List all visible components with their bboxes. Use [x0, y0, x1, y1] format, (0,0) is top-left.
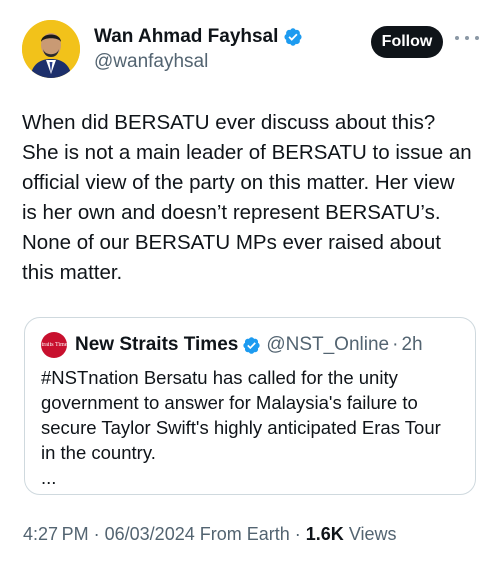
nst-logo-avatar[interactable]: Straits Times	[41, 332, 67, 358]
more-dot	[455, 36, 459, 40]
quoted-line: #NSTnation Bersatu has called for the un…	[41, 367, 398, 388]
quoted-tweet-text: #NSTnation Bersatu has called for the un…	[41, 365, 471, 490]
tweet-header: Wan Ahmad Fayhsal @wanfayhsal Follow	[22, 20, 480, 80]
tweet-line: None of our BERSATU MPs ever raised abou…	[22, 231, 441, 254]
more-dot	[465, 36, 469, 40]
verified-badge-icon	[284, 28, 302, 46]
quoted-line: government to answer for Malaysia's fail…	[41, 392, 418, 413]
quoted-tweet-header: Straits Times New Straits Times @NST_Onl…	[41, 332, 423, 358]
tweet-line: She is not a main leader of BERSATU to i…	[22, 141, 472, 164]
quoted-display-name[interactable]: New Straits Times	[75, 334, 238, 356]
tweet-line: is her own and doesn’t represent BERSATU…	[22, 201, 441, 224]
tweet-source: From Earth	[199, 524, 290, 544]
separator-dot: ·	[289, 524, 306, 544]
quoted-line: ...	[41, 467, 57, 488]
follow-button[interactable]: Follow	[371, 26, 443, 58]
quoted-timestamp[interactable]: 2h	[401, 334, 422, 356]
quoted-line: secure Taylor Swift's highly anticipated…	[41, 417, 441, 438]
separator-dot: ·	[88, 524, 105, 544]
more-options-icon[interactable]	[455, 28, 479, 48]
tweet-line: official view of the party on this matte…	[22, 171, 455, 194]
author-handle[interactable]: @wanfayhsal	[94, 51, 208, 73]
tweet-time[interactable]: 4:27 PM	[23, 524, 89, 544]
tweet-meta: 4:27 PM · 06/03/2024 From Earth · 1.6K V…	[23, 524, 397, 545]
quoted-line: in the country.	[41, 442, 156, 463]
separator-dot: ·	[392, 334, 399, 355]
quoted-tweet-card[interactable]: Straits Times New Straits Times @NST_Onl…	[24, 317, 476, 495]
tweet-text: When did BERSATU ever discuss about this…	[22, 108, 484, 288]
more-dot	[475, 36, 479, 40]
views-label[interactable]: Views	[349, 524, 397, 544]
tweet-line: this matter.	[22, 261, 123, 284]
name-row: Wan Ahmad Fayhsal	[94, 26, 303, 48]
quoted-handle[interactable]: @NST_Online	[266, 334, 389, 356]
tweet-date[interactable]: 06/03/2024	[105, 524, 195, 544]
author-display-name[interactable]: Wan Ahmad Fayhsal	[94, 26, 278, 48]
tweet-line: When did BERSATU ever discuss about this…	[22, 111, 436, 134]
verified-badge-icon	[243, 336, 260, 354]
avatar-photo	[22, 20, 80, 78]
views-count[interactable]: 1.6K	[306, 524, 344, 544]
avatar[interactable]	[22, 20, 80, 78]
